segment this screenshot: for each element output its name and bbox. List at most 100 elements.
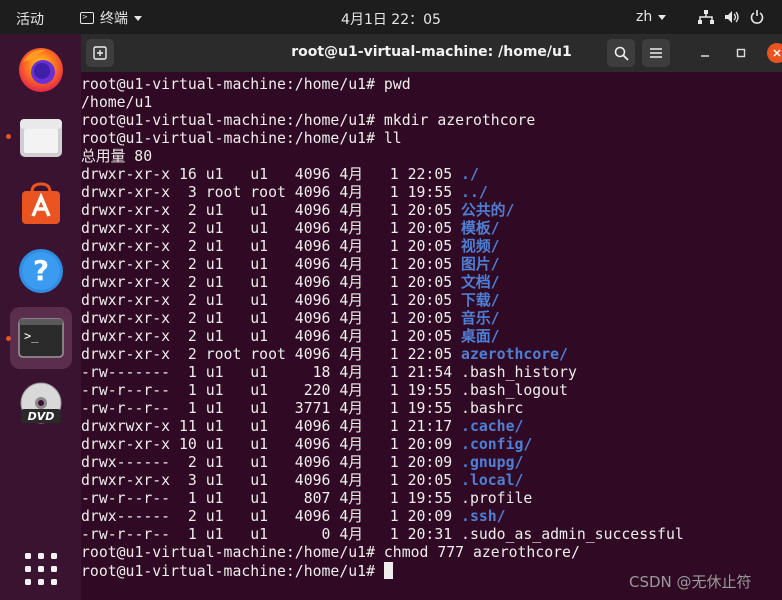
help-icon: ? <box>19 249 63 293</box>
line-text: -rw------- 1 u1 u1 18 4月 1 21:54 .bash_h… <box>81 364 577 381</box>
line-text: drwxr-xr-x 2 u1 u1 4096 4月 1 20:05 <box>81 238 462 255</box>
search-icon <box>614 46 629 61</box>
dock-files[interactable] <box>10 106 72 168</box>
dock-terminal[interactable]: >_ <box>10 307 72 369</box>
line-text: drwx------ 2 u1 u1 4096 4月 1 20:09 <box>81 454 462 471</box>
dock-help[interactable]: ? <box>10 240 72 302</box>
line-text: drwxrwxr-x 11 u1 u1 4096 4月 1 21:17 <box>81 418 462 435</box>
minimize-icon <box>701 55 709 57</box>
window-title: root@u1-virtual-machine: /home/u1 <box>291 44 572 60</box>
dock-firefox[interactable] <box>10 38 72 100</box>
dock-dvd[interactable]: DVD <box>10 374 72 436</box>
terminal-line: root@u1-virtual-machine:/home/u1# ll <box>81 130 782 148</box>
show-applications-button[interactable] <box>10 538 72 600</box>
directory-name: 桌面/ <box>461 328 500 345</box>
line-text: root@u1-virtual-machine:/home/u1# ll <box>81 130 402 147</box>
terminal-icon: >_ <box>18 318 64 358</box>
dvd-icon: DVD <box>20 382 62 424</box>
running-indicator <box>6 336 11 341</box>
chevron-down-icon <box>134 15 142 21</box>
power-icon <box>750 10 764 24</box>
directory-name: .local/ <box>461 472 524 489</box>
maximize-icon <box>736 48 746 58</box>
terminal-line: drwxr-xr-x 3 u1 u1 4096 4月 1 20:05 .loca… <box>81 472 782 490</box>
files-icon <box>20 119 62 157</box>
terminal-line: drwxr-xr-x 2 u1 u1 4096 4月 1 20:05 桌面/ <box>81 328 782 346</box>
directory-name: .config/ <box>461 436 533 453</box>
directory-name: 模板/ <box>461 220 500 237</box>
minimize-button[interactable] <box>695 43 715 63</box>
app-center-icon <box>22 182 60 224</box>
line-text: drwxr-xr-x 16 u1 u1 4096 4月 1 22:05 <box>81 166 462 183</box>
line-text: -rw-r--r-- 1 u1 u1 0 4月 1 20:31 .sudo_as… <box>81 526 684 543</box>
app-menu-label: 终端 <box>100 11 128 27</box>
terminal-line: -rw------- 1 u1 u1 18 4月 1 21:54 .bash_h… <box>81 364 782 382</box>
input-method-label: zh <box>636 9 653 25</box>
title-bar[interactable]: root@u1-virtual-machine: /home/u1 <box>81 34 782 72</box>
new-tab-button[interactable] <box>86 39 114 67</box>
directory-name: 图片/ <box>461 256 500 273</box>
directory-name: 公共的/ <box>461 202 515 219</box>
terminal-line: -rw-r--r-- 1 u1 u1 220 4月 1 19:55 .bash_… <box>81 382 782 400</box>
text-cursor <box>383 562 393 579</box>
system-tray[interactable] <box>698 10 764 24</box>
line-text: -rw-r--r-- 1 u1 u1 220 4月 1 19:55 .bash_… <box>81 382 568 399</box>
terminal-line: drwxr-xr-x 16 u1 u1 4096 4月 1 22:05 ./ <box>81 166 782 184</box>
app-grid-icon <box>25 553 57 585</box>
new-tab-icon <box>93 46 107 60</box>
terminal-line: /home/u1 <box>81 94 782 112</box>
network-icon <box>698 10 714 24</box>
line-text: drwxr-xr-x 10 u1 u1 4096 4月 1 20:09 <box>81 436 462 453</box>
line-text: drwxr-xr-x 2 u1 u1 4096 4月 1 20:05 <box>81 256 462 273</box>
terminal-line: drwx------ 2 u1 u1 4096 4月 1 20:09 .gnup… <box>81 454 782 472</box>
directory-name: .gnupg/ <box>461 454 524 471</box>
firefox-icon <box>19 48 63 92</box>
prompt: root@u1-virtual-machine:/home/u1# <box>81 563 384 580</box>
clock[interactable]: 4月1日 22：05 <box>341 12 441 28</box>
app-menu[interactable]: > 终端 <box>80 8 142 28</box>
svg-text:?: ? <box>33 254 49 287</box>
line-text: drwxr-xr-x 2 u1 u1 4096 4月 1 20:05 <box>81 292 462 309</box>
chevron-down-icon <box>658 14 667 20</box>
line-text: root@u1-virtual-machine:/home/u1# chmod … <box>81 544 580 561</box>
close-icon <box>773 49 781 57</box>
maximize-button[interactable] <box>731 43 751 63</box>
terminal-line: drwxr-xr-x 2 root root 4096 4月 1 22:05 a… <box>81 346 782 364</box>
terminal-line: drwx------ 2 u1 u1 4096 4月 1 20:09 .ssh/ <box>81 508 782 526</box>
terminal-small-icon: > <box>80 12 94 24</box>
directory-name: .cache/ <box>461 418 524 435</box>
terminal-line: drwxr-xr-x 2 u1 u1 4096 4月 1 20:05 公共的/ <box>81 202 782 220</box>
terminal-output[interactable]: root@u1-virtual-machine:/home/u1# pwd/ho… <box>81 76 782 600</box>
terminal-line: drwxr-xr-x 2 u1 u1 4096 4月 1 20:05 下载/ <box>81 292 782 310</box>
svg-text:DVD: DVD <box>28 410 55 423</box>
line-text: drwxr-xr-x 2 root root 4096 4月 1 22:05 <box>81 346 462 363</box>
line-text: -rw-r--r-- 1 u1 u1 807 4月 1 19:55 .profi… <box>81 490 533 507</box>
watermark: CSDN @无休止符 <box>629 573 752 591</box>
close-button[interactable] <box>767 43 782 63</box>
terminal-line: drwxr-xr-x 3 root root 4096 4月 1 19:55 .… <box>81 184 782 202</box>
activities-button[interactable]: 活动 <box>16 9 44 29</box>
dock-app-center[interactable] <box>10 172 72 234</box>
directory-name: .ssh/ <box>461 508 506 525</box>
terminal-line: -rw-r--r-- 1 u1 u1 807 4月 1 19:55 .profi… <box>81 490 782 508</box>
directory-name: ../ <box>461 184 488 201</box>
line-text: drwxr-xr-x 2 u1 u1 4096 4月 1 20:05 <box>81 328 462 345</box>
running-indicator <box>6 134 11 139</box>
terminal-line: drwxr-xr-x 2 u1 u1 4096 4月 1 20:05 图片/ <box>81 256 782 274</box>
line-text: root@u1-virtual-machine:/home/u1# mkdir … <box>81 112 536 129</box>
input-method-menu[interactable]: zh <box>636 9 667 25</box>
terminal-line: drwxr-xr-x 2 u1 u1 4096 4月 1 20:05 文档/ <box>81 274 782 292</box>
terminal-line: 总用量 80 <box>81 148 782 166</box>
terminal-line: drwxrwxr-x 11 u1 u1 4096 4月 1 21:17 .cac… <box>81 418 782 436</box>
hamburger-menu-icon <box>650 48 662 58</box>
dock: ? >_ DVD <box>0 34 81 600</box>
directory-name: 下载/ <box>461 292 500 309</box>
line-text: drwxr-xr-x 3 u1 u1 4096 4月 1 20:05 <box>81 472 462 489</box>
menu-button[interactable] <box>642 39 670 67</box>
line-text: drwxr-xr-x 2 u1 u1 4096 4月 1 20:05 <box>81 274 462 291</box>
directory-name: 音乐/ <box>461 310 500 327</box>
directory-name: 文档/ <box>461 274 500 291</box>
volume-icon <box>725 11 739 23</box>
search-button[interactable] <box>607 39 635 67</box>
terminal-line: root@u1-virtual-machine:/home/u1# mkdir … <box>81 112 782 130</box>
